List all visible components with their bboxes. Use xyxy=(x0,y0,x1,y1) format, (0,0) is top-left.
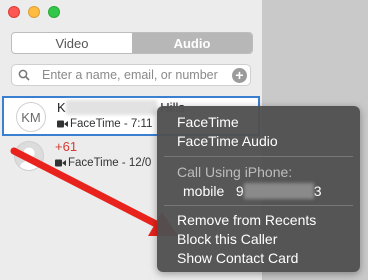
video-camera-icon xyxy=(57,120,68,128)
menu-item-facetime-audio[interactable]: FaceTime Audio xyxy=(177,133,278,149)
search-placeholder: Enter a name, email, or number xyxy=(42,68,218,82)
menu-item-mobile-number[interactable]: mobile 9xxxxxxxxxx3 xyxy=(183,183,322,199)
contact-name-start: +61 xyxy=(55,139,78,154)
avatar xyxy=(14,141,44,171)
menu-item-block-this-caller[interactable]: Block this Caller xyxy=(177,231,277,247)
add-contact-icon[interactable]: + xyxy=(232,68,247,83)
search-field[interactable]: Enter a name, email, or number + xyxy=(11,64,251,86)
search-icon xyxy=(18,69,30,81)
menu-item-facetime[interactable]: FaceTime xyxy=(177,114,239,130)
menu-separator xyxy=(164,205,353,206)
redacted-text: xxxxxxxxxxxxxx xyxy=(65,100,157,115)
person-silhouette-icon xyxy=(15,142,43,170)
contact-name-start: K xyxy=(57,100,66,115)
menu-header-call-using-iphone: Call Using iPhone: xyxy=(177,164,293,180)
context-menu: FaceTime FaceTime Audio Call Using iPhon… xyxy=(157,106,360,272)
menu-item-show-contact-card[interactable]: Show Contact Card xyxy=(177,250,298,266)
close-window-button[interactable] xyxy=(8,6,20,18)
menu-item-remove-from-recents[interactable]: Remove from Recents xyxy=(177,212,316,228)
mobile-number-end: 3 xyxy=(313,183,322,199)
mobile-number-start: 9 xyxy=(235,183,244,199)
call-detail: FaceTime - 7:11 xyxy=(57,118,152,130)
menu-separator xyxy=(164,156,353,157)
mobile-label: mobile xyxy=(183,183,225,199)
video-camera-icon xyxy=(55,159,66,167)
tab-audio[interactable]: Audio xyxy=(132,33,252,53)
call-detail-text: FaceTime - 12/0 xyxy=(68,157,152,169)
zoom-window-button[interactable] xyxy=(48,6,60,18)
window-controls xyxy=(8,6,60,18)
avatar: KM xyxy=(16,102,46,132)
contact-name: +61 xyxy=(55,139,77,154)
call-detail: FaceTime - 12/0 xyxy=(55,157,151,169)
tab-video[interactable]: Video xyxy=(12,33,132,53)
minimize-window-button[interactable] xyxy=(28,6,40,18)
call-detail-text: FaceTime - 7:11 xyxy=(70,118,153,130)
redacted-text: xxxxxxxxxx xyxy=(243,183,314,199)
mode-segmented-control: Video Audio xyxy=(11,32,253,54)
